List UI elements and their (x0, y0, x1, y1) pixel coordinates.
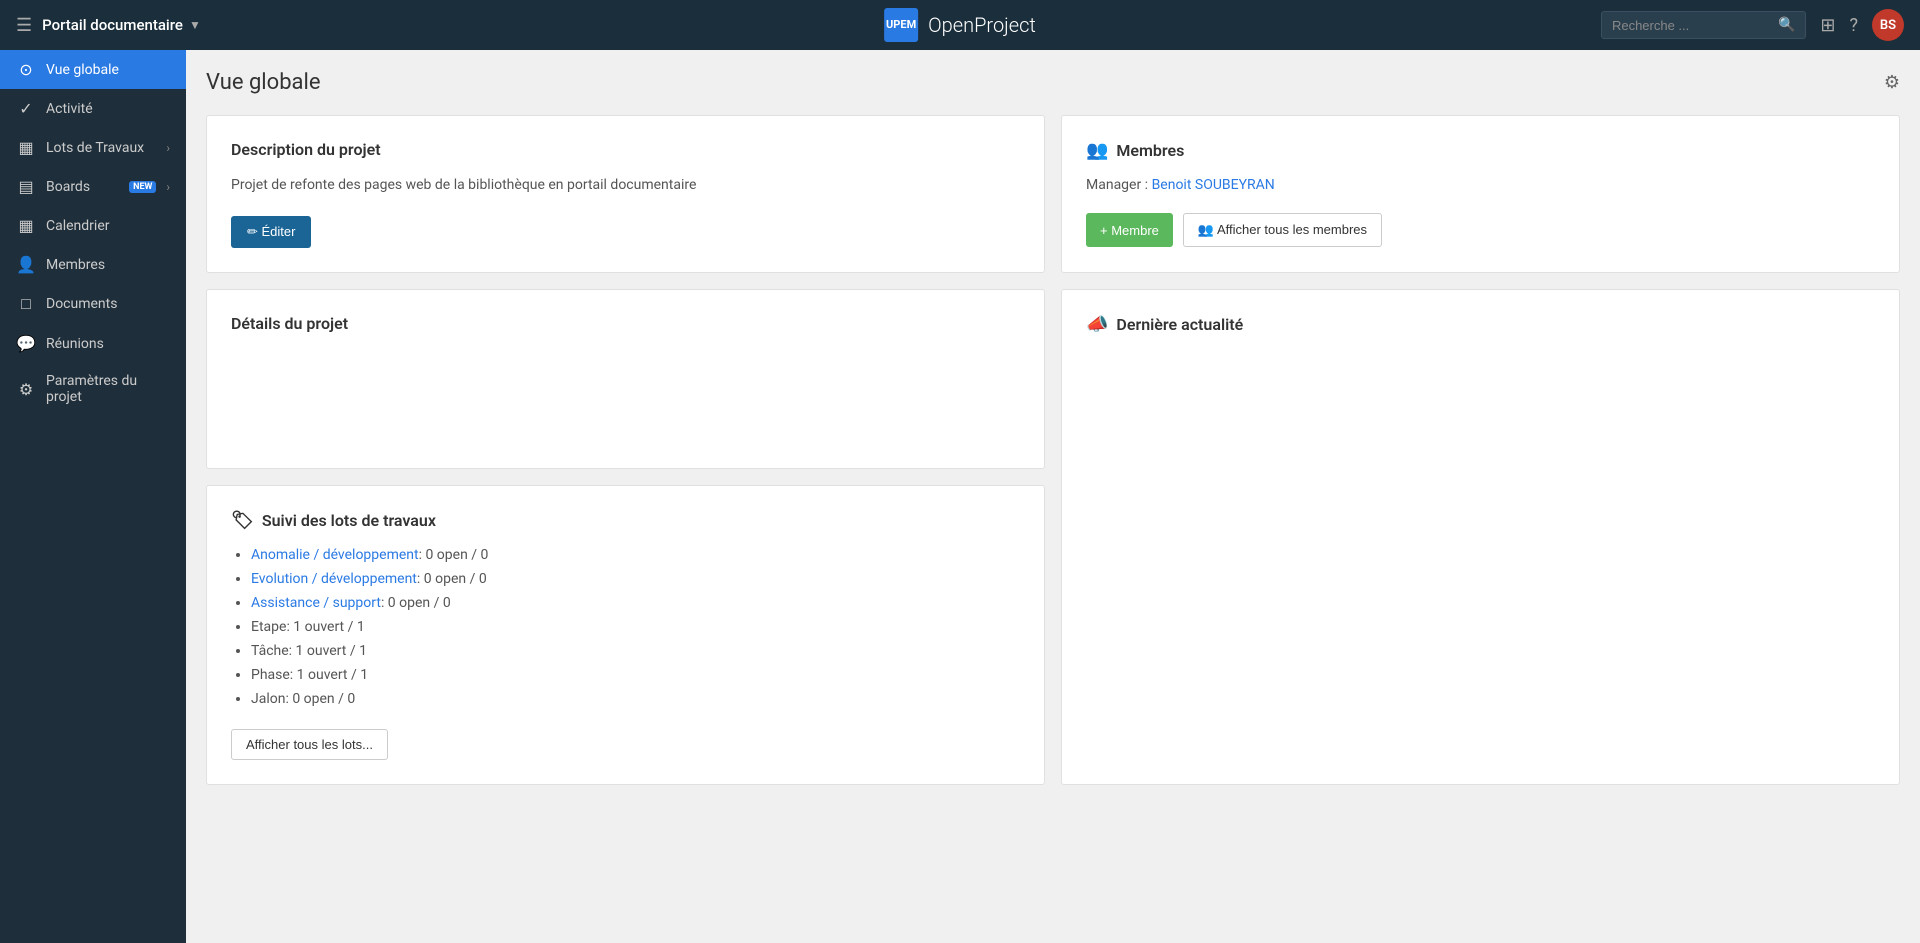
header-center: UP EM OpenProject (884, 8, 1036, 42)
suivi-card-title-text: Suivi des lots de travaux (262, 511, 436, 530)
sidebar-label-parametres: Paramètres du projet (46, 373, 170, 405)
membres-card: 👥 Membres Manager : Benoit SOUBEYRAN + M… (1061, 115, 1900, 273)
derniere-card: 📣 Dernière actualité (1061, 289, 1900, 785)
search-icon: 🔍 (1778, 17, 1795, 33)
suivi-link-assistance[interactable]: Assistance / support (251, 595, 381, 611)
main-layout: ⊙ Vue globale ✓ Activité ▦ Lots de Trava… (0, 50, 1920, 943)
page-settings-icon[interactable]: ⚙ (1884, 72, 1900, 93)
tag-icon: 🏷 (231, 510, 254, 531)
list-item: Anomalie / développement: 0 open / 0 (251, 547, 1020, 563)
suivi-link-anomalie[interactable]: Anomalie / développement (251, 547, 419, 563)
content-header: Vue globale ⚙ (206, 70, 1900, 95)
suivi-text-2: : 0 open / 0 (381, 595, 451, 611)
grid-icon[interactable]: ⊞ (1820, 15, 1835, 36)
content-area: Vue globale ⚙ Description du projet Proj… (186, 50, 1920, 943)
list-item: Etape: 1 ouvert / 1 (251, 619, 1020, 635)
project-name-label: Portail documentaire (42, 16, 183, 34)
cards-grid: Description du projet Projet de refonte … (206, 115, 1900, 785)
arrow-icon-boards: › (166, 180, 170, 194)
list-item: Tâche: 1 ouvert / 1 (251, 643, 1020, 659)
details-card: Détails du projet (206, 289, 1045, 469)
boards-icon: ▤ (16, 177, 36, 196)
list-item: Phase: 1 ouvert / 1 (251, 667, 1020, 683)
description-card-title: Description du projet (231, 140, 1020, 159)
suivi-text-3: Etape: 1 ouvert / 1 (251, 619, 365, 635)
view-members-button[interactable]: 👥 Afficher tous les membres (1183, 213, 1382, 247)
derniere-card-title: 📣 Dernière actualité (1086, 314, 1875, 335)
description-card: Description du projet Projet de refonte … (206, 115, 1045, 273)
show-all-button[interactable]: Afficher tous les lots... (231, 729, 388, 760)
sidebar-label-documents: Documents (46, 296, 170, 312)
calendar-icon: ▦ (16, 216, 36, 235)
suivi-list: Anomalie / développement: 0 open / 0 Evo… (231, 547, 1020, 707)
check-icon: ✓ (16, 99, 36, 118)
details-card-title: Détails du projet (231, 314, 1020, 333)
manager-link[interactable]: Benoit SOUBEYRAN (1152, 177, 1275, 193)
suivi-text-6: Jalon: 0 open / 0 (251, 691, 355, 707)
search-input[interactable] (1612, 18, 1772, 33)
description-card-title-text: Description du projet (231, 140, 381, 159)
membres-card-title-text: Membres (1116, 141, 1184, 160)
sidebar-label-vue-globale: Vue globale (46, 62, 170, 78)
description-text: Projet de refonte des pages web de la bi… (231, 175, 1020, 196)
sidebar-label-reunions: Réunions (46, 336, 170, 352)
sidebar-label-activite: Activité (46, 101, 170, 117)
settings-icon: ⚙ (16, 380, 36, 399)
document-icon: □ (16, 294, 36, 314)
list-item: Jalon: 0 open / 0 (251, 691, 1020, 707)
app-name: OpenProject (928, 13, 1036, 37)
meeting-icon: 💬 (16, 334, 36, 353)
header-left: ☰ Portail documentaire ▼ (16, 15, 201, 36)
members-group-icon: 👥 (1086, 140, 1108, 161)
grid-small-icon: ▦ (16, 138, 36, 157)
sidebar-label-lots: Lots de Travaux (46, 140, 156, 156)
list-item: Evolution / développement: 0 open / 0 (251, 571, 1020, 587)
project-name[interactable]: Portail documentaire ▼ (42, 16, 201, 34)
manager-prefix: Manager : (1086, 177, 1152, 193)
header-right: 🔍 ⊞ ? BS (1601, 9, 1904, 41)
search-box[interactable]: 🔍 (1601, 11, 1806, 39)
manager-line: Manager : Benoit SOUBEYRAN (1086, 177, 1875, 193)
sidebar-label-calendrier: Calendrier (46, 218, 170, 234)
page-title: Vue globale (206, 70, 321, 95)
sidebar-label-boards: Boards (46, 179, 115, 195)
sidebar-item-boards[interactable]: ▤ Boards NEW › (0, 167, 186, 206)
project-chevron-icon: ▼ (189, 18, 201, 32)
add-member-button[interactable]: + Membre (1086, 213, 1173, 247)
suivi-card: 🏷 Suivi des lots de travaux Anomalie / d… (206, 485, 1045, 785)
suivi-text-5: Phase: 1 ouvert / 1 (251, 667, 368, 683)
suivi-link-evolution[interactable]: Evolution / développement (251, 571, 417, 587)
members-icon: 👤 (16, 255, 36, 274)
app-logo: UP EM (884, 8, 918, 42)
sidebar-item-vue-globale[interactable]: ⊙ Vue globale (0, 50, 186, 89)
arrow-icon-lots: › (166, 141, 170, 155)
sidebar-item-activite[interactable]: ✓ Activité (0, 89, 186, 128)
help-icon[interactable]: ? (1849, 15, 1858, 36)
sidebar-item-documents[interactable]: □ Documents (0, 284, 186, 324)
suivi-text-1: : 0 open / 0 (417, 571, 487, 587)
derniere-card-title-text: Dernière actualité (1116, 315, 1243, 334)
hamburger-button[interactable]: ☰ (16, 15, 32, 36)
top-header: ☰ Portail documentaire ▼ UP EM OpenProje… (0, 0, 1920, 50)
sidebar-item-lots-de-travaux[interactable]: ▦ Lots de Travaux › (0, 128, 186, 167)
list-item: Assistance / support: 0 open / 0 (251, 595, 1020, 611)
suivi-text-0: : 0 open / 0 (419, 547, 489, 563)
sidebar-item-reunions[interactable]: 💬 Réunions (0, 324, 186, 363)
new-badge: NEW (129, 181, 156, 193)
news-icon: 📣 (1086, 314, 1108, 335)
suivi-text-4: Tâche: 1 ouvert / 1 (251, 643, 367, 659)
suivi-card-title: 🏷 Suivi des lots de travaux (231, 510, 1020, 531)
members-actions: + Membre 👥 Afficher tous les membres (1086, 213, 1875, 247)
sidebar-item-calendrier[interactable]: ▦ Calendrier (0, 206, 186, 245)
details-card-title-text: Détails du projet (231, 314, 348, 333)
sidebar-item-membres[interactable]: 👤 Membres (0, 245, 186, 284)
membres-card-title: 👥 Membres (1086, 140, 1875, 161)
sidebar-item-parametres[interactable]: ⚙ Paramètres du projet (0, 363, 186, 415)
home-icon: ⊙ (16, 60, 36, 79)
edit-button[interactable]: ✏ Éditer (231, 216, 311, 248)
sidebar-label-membres: Membres (46, 257, 170, 273)
user-avatar[interactable]: BS (1872, 9, 1904, 41)
sidebar: ⊙ Vue globale ✓ Activité ▦ Lots de Trava… (0, 50, 186, 943)
